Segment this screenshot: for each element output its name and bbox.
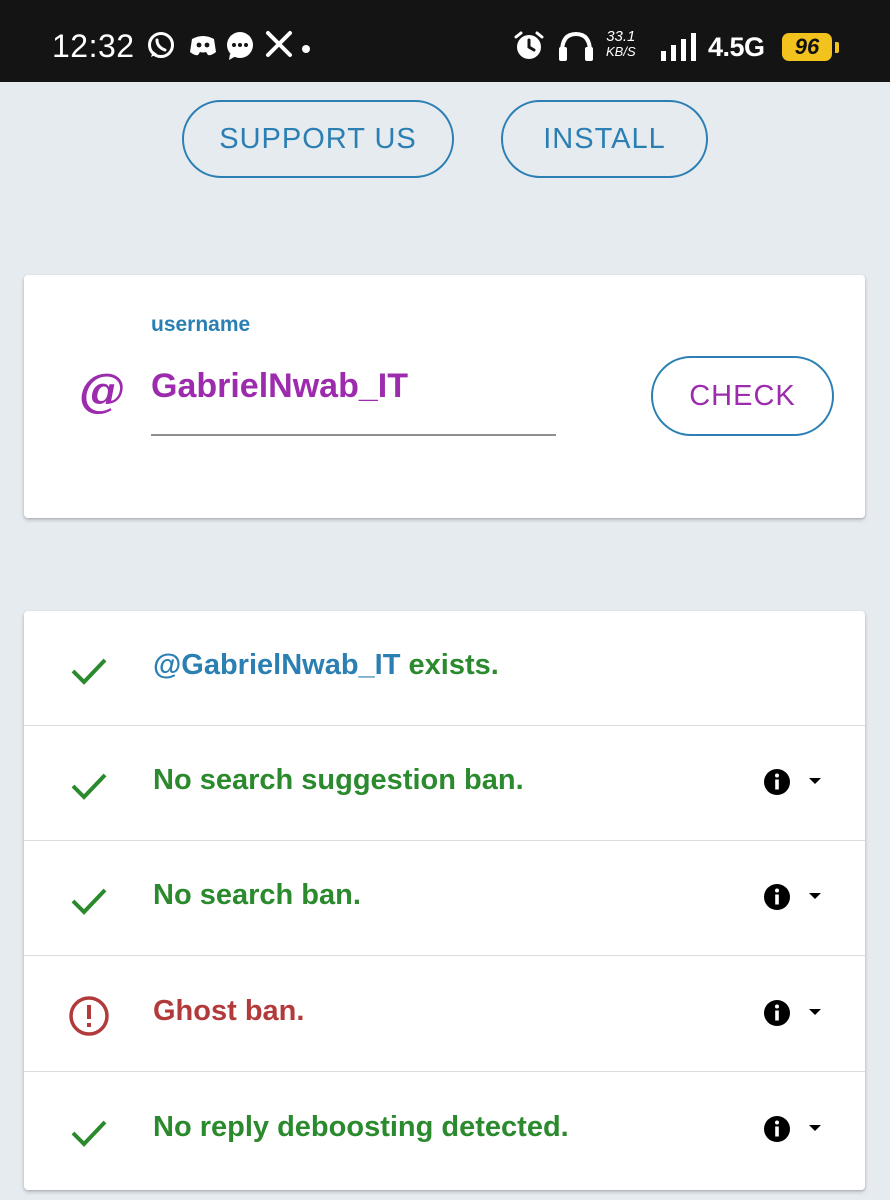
dot-icon bbox=[301, 41, 311, 59]
info-icon[interactable] bbox=[763, 883, 791, 911]
network-speed: 33.1 KB/S bbox=[606, 29, 636, 59]
username-card: @ username GabrielNwab_IT CHECK bbox=[24, 275, 865, 518]
result-row-search-ban[interactable]: No search ban. bbox=[24, 841, 865, 956]
result-row-exists: @GabrielNwab_IT exists. bbox=[24, 611, 865, 726]
status-time: 12:32 bbox=[52, 28, 135, 64]
result-row-reply-deboosting[interactable]: No reply deboosting detected. bbox=[24, 1073, 865, 1188]
result-text: No reply deboosting detected. bbox=[153, 1111, 569, 1143]
at-sign-icon: @ bbox=[79, 363, 125, 417]
results-card: @GabrielNwab_IT exists. No search sugges… bbox=[24, 611, 865, 1190]
info-icon[interactable] bbox=[763, 999, 791, 1027]
username-input[interactable]: GabrielNwab_IT bbox=[151, 367, 408, 406]
caret-down-icon[interactable] bbox=[808, 891, 822, 901]
result-text: No search ban. bbox=[153, 879, 361, 911]
chat-bubble-icon bbox=[224, 30, 256, 67]
check-mark-icon bbox=[71, 773, 107, 800]
headphones-icon bbox=[557, 30, 595, 67]
check-mark-icon bbox=[71, 658, 107, 685]
discord-icon bbox=[188, 30, 218, 65]
info-icon[interactable] bbox=[763, 1115, 791, 1143]
username-label: username bbox=[151, 313, 251, 336]
result-suffix: exists. bbox=[400, 649, 499, 681]
result-row-ghost-ban[interactable]: Ghost ban. bbox=[24, 957, 865, 1072]
x-icon bbox=[265, 30, 293, 63]
check-button[interactable]: CHECK bbox=[651, 356, 834, 436]
info-icon[interactable] bbox=[763, 768, 791, 796]
username-input-underline bbox=[151, 434, 556, 436]
caret-down-icon[interactable] bbox=[808, 776, 822, 786]
network-type: 4.5G bbox=[708, 32, 765, 62]
caret-down-icon[interactable] bbox=[808, 1123, 822, 1133]
whatsapp-icon bbox=[146, 30, 176, 65]
network-speed-unit: KB/S bbox=[606, 44, 636, 59]
install-button[interactable]: INSTALL bbox=[501, 100, 708, 178]
alert-circle-icon bbox=[69, 996, 109, 1036]
support-us-button[interactable]: SUPPORT US bbox=[182, 100, 454, 178]
caret-down-icon[interactable] bbox=[808, 1007, 822, 1017]
result-row-search-suggestion[interactable]: No search suggestion ban. bbox=[24, 726, 865, 841]
result-text: @GabrielNwab_IT exists. bbox=[153, 649, 499, 682]
check-mark-icon bbox=[71, 1120, 107, 1147]
alarm-icon bbox=[513, 30, 545, 67]
network-speed-value: 33.1 bbox=[606, 28, 636, 45]
battery-nub bbox=[835, 42, 839, 53]
battery-indicator: 96 bbox=[782, 33, 832, 61]
result-text: Ghost ban. bbox=[153, 995, 305, 1027]
status-bar: 12:32 33.1 KB/S 4.5G 96 bbox=[0, 0, 890, 82]
result-text: No search suggestion ban. bbox=[153, 764, 524, 796]
result-handle: @GabrielNwab_IT bbox=[153, 649, 401, 681]
signal-icon bbox=[660, 33, 700, 66]
check-mark-icon bbox=[71, 888, 107, 915]
